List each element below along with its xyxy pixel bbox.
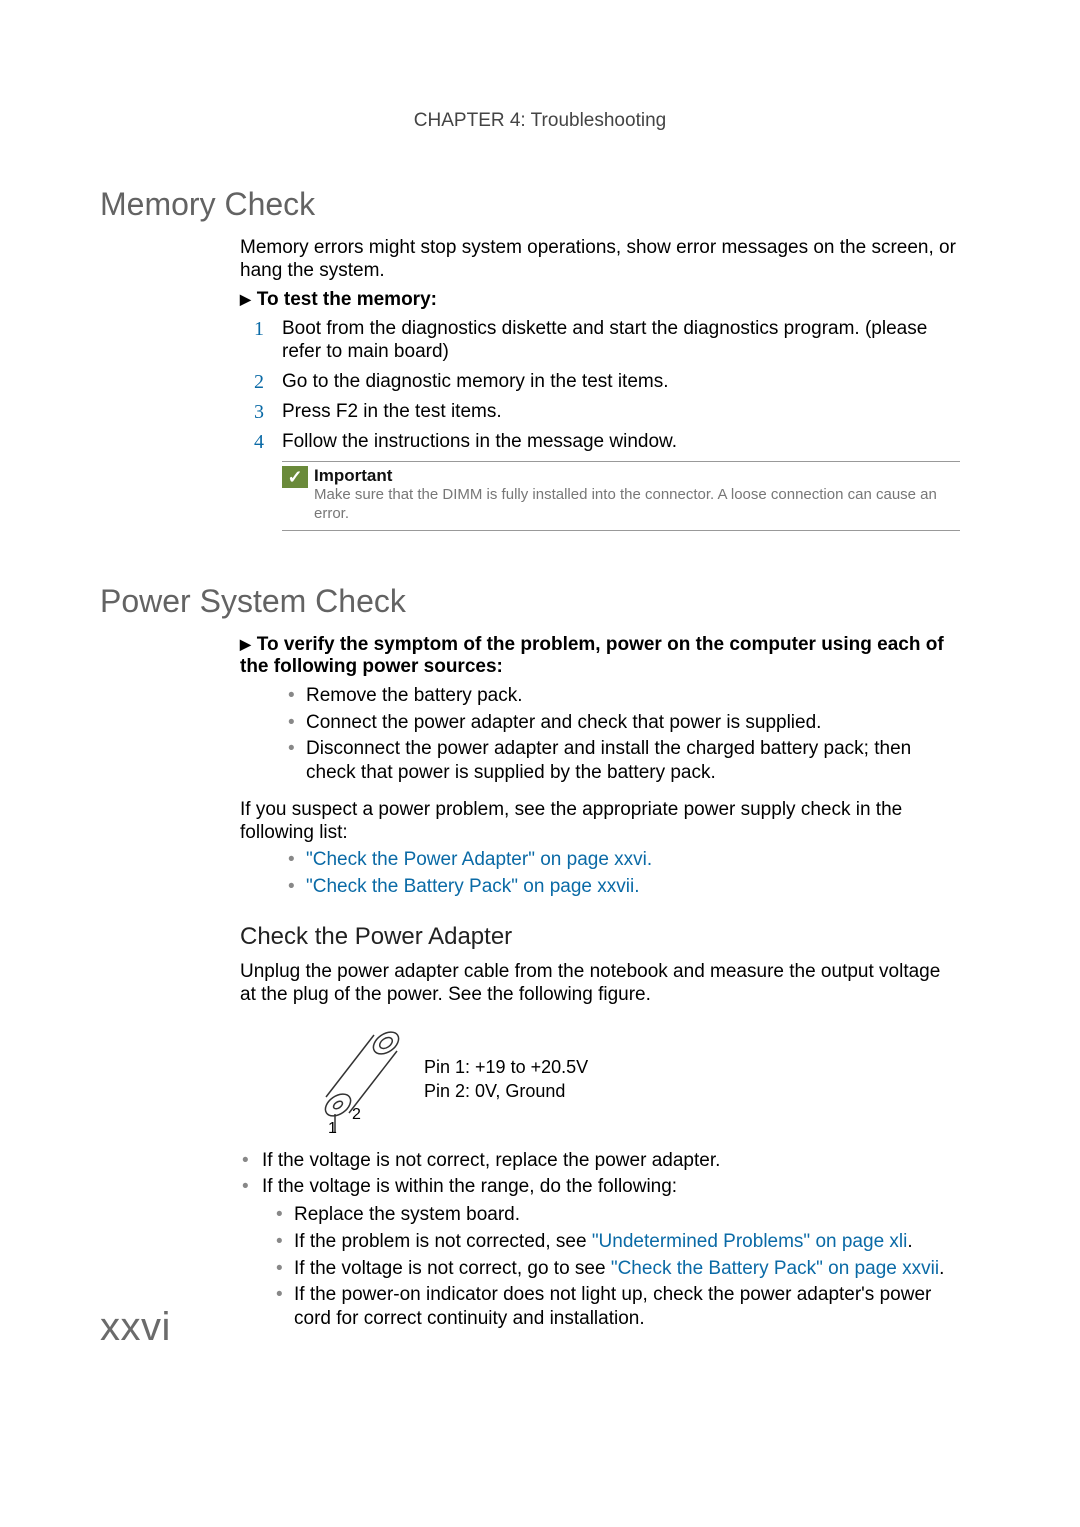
- link-battery-pack: "Check the Battery Pack" on page xxvii.: [280, 875, 960, 899]
- important-callout: ✓ Important Make sure that the DIMM is f…: [282, 461, 960, 531]
- link-check-battery-pack-2[interactable]: "Check the Battery Pack" on page xxvii: [611, 1258, 939, 1279]
- sub-bullet-4: If the power-on indicator does not light…: [268, 1283, 960, 1331]
- power-bullet-2: Connect the power adapter and check that…: [280, 711, 960, 735]
- sub-bullet-3-post: .: [939, 1258, 944, 1279]
- sub-bullet-3-pre: If the voltage is not correct, go to see: [294, 1258, 611, 1279]
- checkmark-icon: ✓: [282, 466, 308, 488]
- svg-text:1: 1: [328, 1120, 337, 1135]
- plug-icon: 1 2: [294, 1025, 414, 1135]
- chapter-header: CHAPTER 4: Troubleshooting: [100, 110, 980, 132]
- heading-power-system-check: Power System Check: [100, 583, 980, 620]
- sub-bullet-3: If the voltage is not correct, go to see…: [268, 1257, 960, 1281]
- sub-bullet-2: If the problem is not corrected, see "Un…: [268, 1230, 960, 1254]
- memory-step-3: 3Press F2 in the test items.: [240, 400, 960, 424]
- memory-step-3-text: Press F2 in the test items.: [282, 401, 502, 422]
- power-proc-lead: To verify the symptom of the problem, po…: [240, 634, 960, 678]
- power-suspect-lead: If you suspect a power problem, see the …: [240, 799, 960, 845]
- adapter-intro: Unplug the power adapter cable from the …: [240, 961, 960, 1007]
- voltage-bullet-2: If the voltage is within the range, do t…: [240, 1175, 960, 1331]
- power-bullet-1: Remove the battery pack.: [280, 684, 960, 708]
- link-undetermined-problems[interactable]: "Undetermined Problems" on page xli: [592, 1231, 908, 1252]
- plug-figure: 1 2 Pin 1: +19 to +20.5V Pin 2: 0V, Grou…: [294, 1025, 960, 1135]
- memory-step-4: 4Follow the instructions in the message …: [240, 430, 960, 454]
- sub-bullet-2-post: .: [907, 1231, 912, 1252]
- link-power-adapter: "Check the Power Adapter" on page xxvi.: [280, 848, 960, 872]
- memory-step-1-text: Boot from the diagnostics diskette and s…: [282, 318, 927, 363]
- callout-body: Make sure that the DIMM is fully install…: [314, 486, 960, 524]
- sub-bullet-2-pre: If the problem is not corrected, see: [294, 1231, 592, 1252]
- link-check-power-adapter[interactable]: "Check the Power Adapter" on page xxvi.: [306, 849, 652, 870]
- heading-check-power-adapter: Check the Power Adapter: [240, 923, 960, 951]
- heading-memory-check: Memory Check: [100, 186, 980, 223]
- pin2-text: Pin 2: 0V, Ground: [424, 1080, 588, 1103]
- memory-step-2-text: Go to the diagnostic memory in the test …: [282, 371, 669, 392]
- memory-intro: Memory errors might stop system operatio…: [240, 237, 960, 283]
- power-bullet-3: Disconnect the power adapter and install…: [280, 737, 960, 785]
- memory-step-1: 1Boot from the diagnostics diskette and …: [240, 317, 960, 365]
- page-number: xxvi: [100, 1305, 171, 1350]
- voltage-bullet-2-text: If the voltage is within the range, do t…: [262, 1176, 677, 1197]
- sub-bullet-1: Replace the system board.: [268, 1203, 960, 1227]
- pin1-text: Pin 1: +19 to +20.5V: [424, 1056, 588, 1079]
- memory-proc-lead: To test the memory:: [240, 289, 960, 311]
- voltage-bullet-1: If the voltage is not correct, replace t…: [240, 1149, 960, 1173]
- svg-text:2: 2: [352, 1106, 361, 1123]
- callout-title: Important: [314, 466, 960, 486]
- link-check-battery-pack[interactable]: "Check the Battery Pack" on page xxvii.: [306, 876, 639, 897]
- memory-step-4-text: Follow the instructions in the message w…: [282, 431, 677, 452]
- memory-step-2: 2Go to the diagnostic memory in the test…: [240, 370, 960, 394]
